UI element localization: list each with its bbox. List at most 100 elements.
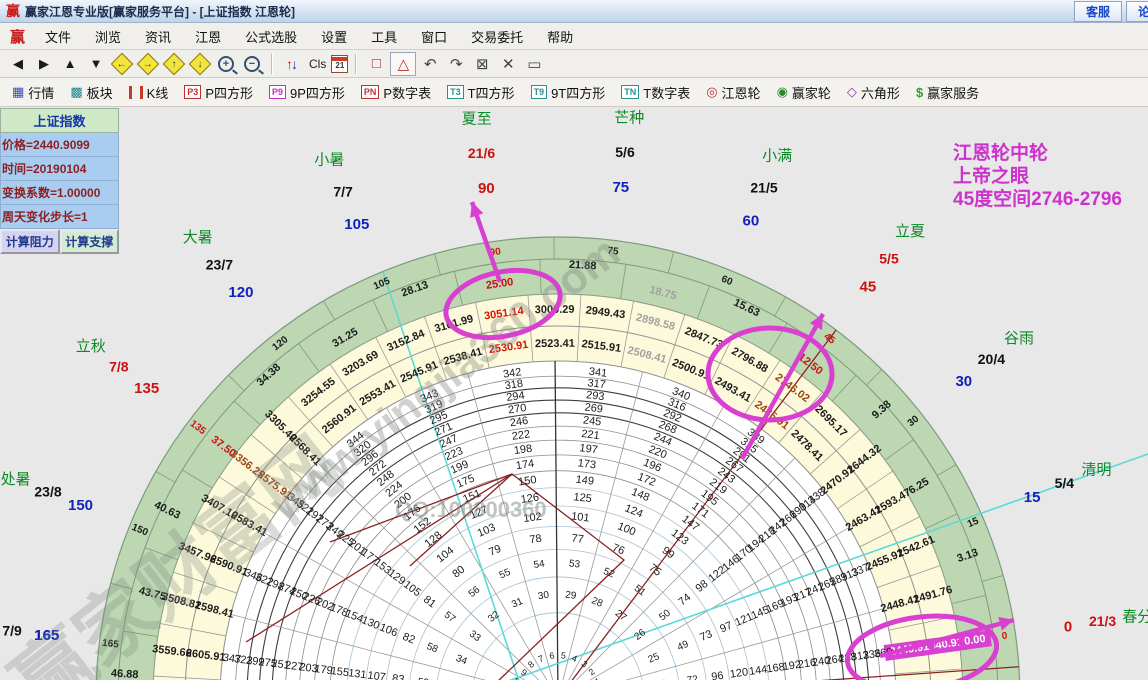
titlebar-button-service[interactable]: 客服 [1074, 1, 1122, 22]
solar-term-label: 处暑 [1, 471, 31, 488]
nav-forward-icon[interactable]: ▶ [32, 53, 56, 75]
draw-arc-cw-icon[interactable]: ↷ [444, 53, 468, 75]
title-bar: 赢 赢家江恩专业版[赢家服务平台] - [上证指数 江恩轮] 客服论坛 [0, 0, 1148, 23]
titlebar-button-forum[interactable]: 论坛 [1126, 1, 1148, 22]
integer-value: 72 [686, 674, 699, 680]
tool-label: 赢家服务 [927, 83, 979, 102]
nav-back-icon[interactable]: ◀ [6, 53, 30, 75]
integer-value: 150 [517, 474, 537, 488]
tool-label: P四方形 [205, 83, 253, 102]
tool-kline[interactable]: K线 [121, 81, 177, 104]
winner-wheel-icon: ◉ [777, 84, 788, 100]
menu-江恩[interactable]: 江恩 [183, 24, 233, 49]
axis-degree-label: 105 [344, 216, 369, 233]
tool-9p-square[interactable]: P99P四方形 [261, 81, 353, 104]
solar-term-date: 5/6 [615, 144, 635, 160]
pan-left-icon[interactable]: ← [110, 53, 134, 75]
menu-文件[interactable]: 文件 [33, 24, 83, 49]
scale-down-icon[interactable]: ▼ [84, 53, 108, 75]
menu-交易委托[interactable]: 交易委托 [459, 24, 535, 49]
calendar-tool-icon[interactable]: 21 [331, 55, 348, 73]
function-bar: ▦行情▩板块K线P3P四方形P99P四方形PNP数字表T3T四方形T99T四方形… [0, 78, 1148, 107]
integer-value: 341 [588, 366, 608, 380]
p-number-table-icon: PN [361, 85, 380, 99]
cls-tool-icon[interactable]: Cls [306, 53, 329, 75]
tool-t-square[interactable]: T3T四方形 [439, 81, 522, 104]
integer-value: 131 [347, 667, 367, 680]
quotes-icon: ▦ [12, 84, 24, 100]
draw-cross-marker-icon[interactable]: ✕ [496, 53, 520, 75]
solar-term-date: 23/7 [206, 256, 233, 272]
tool-p-number-table[interactable]: PNP数字表 [353, 81, 439, 104]
tool-label: 9T四方形 [551, 83, 605, 102]
tool-gann-wheel[interactable]: ◎ 江恩轮 [698, 81, 768, 104]
tool-winner-service[interactable]: $赢家服务 [908, 81, 987, 104]
gann-wheel-icon: ◎ [706, 84, 717, 100]
tool-p-square[interactable]: P3 P四方形 [176, 81, 261, 104]
menu-工具[interactable]: 工具 [359, 24, 409, 49]
clear-drawings-icon[interactable]: ▭ [522, 53, 546, 75]
draw-rectangle-icon[interactable]: □ [364, 53, 388, 75]
zoom-out-icon[interactable]: − [244, 56, 260, 72]
9t-square-icon: T9 [531, 85, 548, 99]
toolbar-separator [355, 54, 357, 74]
sectors-icon: ▩ [70, 84, 82, 100]
integer-value: 269 [584, 401, 604, 415]
scale-up-icon[interactable]: ▲ [58, 53, 82, 75]
zoom-in-icon[interactable]: + [218, 56, 234, 72]
integer-value: 270 [507, 402, 527, 416]
solar-term-label: 谷雨 [1004, 330, 1034, 347]
menu-窗口[interactable]: 窗口 [409, 24, 459, 49]
draw-boxed-x-icon[interactable]: ⊠ [470, 53, 494, 75]
draw-arc-ccw-icon[interactable]: ↶ [418, 53, 442, 75]
solar-term-date: 7/8 [109, 359, 129, 375]
calc-support-button[interactable]: 计算支撑 [60, 229, 120, 254]
price-inner-ring-value: 2523.41 [535, 338, 575, 350]
calc-resistance-button[interactable]: 计算阻力 [0, 229, 60, 254]
t-number-table-icon: TN [621, 85, 639, 99]
p-square-icon: P3 [184, 85, 201, 99]
menu-浏览[interactable]: 浏览 [83, 24, 133, 49]
menu-设置[interactable]: 设置 [309, 24, 359, 49]
integer-value: 83 [391, 673, 405, 680]
titlebar-buttons: 客服论坛 [1074, 1, 1148, 22]
integer-value: 120 [729, 666, 749, 680]
instrument-info-panel: 上证指数 价格=2440.9099时间=20190104变换系数=1.00000… [0, 108, 119, 254]
wheel-annotation-line: 江恩轮中轮 [953, 141, 1048, 164]
t-square-icon: T3 [447, 85, 464, 99]
tool-t-number-table[interactable]: TN T数字表 [613, 81, 698, 104]
solar-term-date: 21/5 [750, 180, 777, 196]
integer-value: 197 [579, 442, 599, 456]
solar-term-date: 5/4 [1055, 475, 1075, 491]
tool-hexagon[interactable]: ◇六角形 [839, 81, 908, 104]
menu-资讯[interactable]: 资讯 [133, 24, 183, 49]
tool-quotes[interactable]: ▦行情 [4, 81, 62, 104]
solar-term-date: 5/5 [879, 251, 899, 267]
tool-label: 板块 [87, 83, 113, 102]
tool-9t-square[interactable]: T99T四方形 [523, 81, 614, 104]
tool-bar: ◀▶▲▼←→↑↓+−↑↓Cls21□△↶↷⊠✕▭ [0, 50, 1148, 78]
solar-term-date: 21/6 [468, 145, 495, 161]
pan-right-icon[interactable]: → [136, 53, 160, 75]
solar-term-label: 春分 [1122, 609, 1148, 626]
draw-triangle-icon[interactable]: △ [390, 52, 416, 76]
kline-icon [129, 86, 143, 99]
updown-marker-icon[interactable]: ↑↓ [280, 53, 304, 75]
solar-term-date: 7/9 [2, 623, 22, 639]
solar-term-label: 清明 [1081, 461, 1111, 478]
integer-value: 29 [564, 590, 577, 602]
menu-帮助[interactable]: 帮助 [535, 24, 585, 49]
pan-up-icon[interactable]: ↑ [162, 53, 186, 75]
integer-value: 53 [568, 558, 581, 570]
axis-degree-label: 15 [1024, 489, 1041, 506]
tool-label: T数字表 [643, 83, 690, 102]
menu-公式选股[interactable]: 公式选股 [233, 24, 309, 49]
integer-value: 222 [511, 428, 531, 442]
menu-bar: 赢 文件浏览资讯江恩公式选股设置工具窗口交易委托帮助 [0, 23, 1148, 50]
pan-down-icon[interactable]: ↓ [188, 53, 212, 75]
tool-label: 江恩轮 [722, 83, 761, 102]
tool-sectors[interactable]: ▩ 板块 [62, 81, 120, 104]
integer-value: 342 [502, 366, 522, 380]
tool-winner-wheel[interactable]: ◉赢家轮 [769, 81, 839, 104]
axis-degree-label: 30 [955, 373, 972, 390]
